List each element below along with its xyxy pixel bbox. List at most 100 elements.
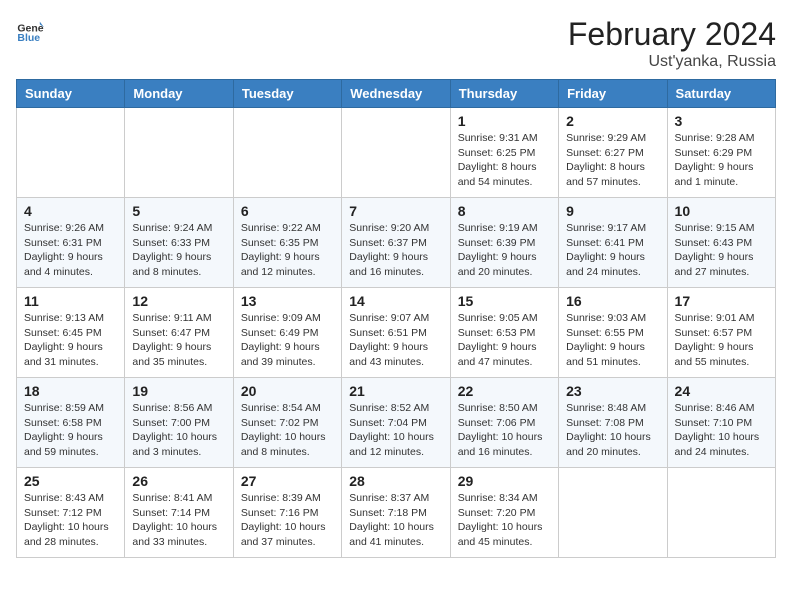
calendar-cell: 24 Sunrise: 8:46 AMSunset: 7:10 PMDayligh… xyxy=(667,378,775,468)
calendar-cell: 27Sunrise: 8:39 AMSunset: 7:16 PMDayligh… xyxy=(233,468,341,558)
calendar-header-row: SundayMondayTuesdayWednesdayThursdayFrid… xyxy=(17,80,776,108)
day-info: Sunrise: 9:05 AMSunset: 6:53 PMDaylight:… xyxy=(458,311,551,370)
calendar-week-5: 25Sunrise: 8:43 AMSunset: 7:12 PMDayligh… xyxy=(17,468,776,558)
day-info: Sunrise: 8:48 AMSunset: 7:08 PMDaylight:… xyxy=(566,401,659,460)
calendar-cell: 17 Sunrise: 9:01 AMSunset: 6:57 PMDayligh… xyxy=(667,288,775,378)
calendar-week-1: 1 Sunrise: 9:31 AMSunset: 6:25 PMDaylight… xyxy=(17,108,776,198)
calendar-cell: 22 Sunrise: 8:50 AMSunset: 7:06 PMDayligh… xyxy=(450,378,558,468)
calendar-week-4: 18 Sunrise: 8:59 AMSunset: 6:58 PMDayligh… xyxy=(17,378,776,468)
day-number: 1 xyxy=(458,113,551,129)
day-number: 17 xyxy=(675,293,768,309)
day-number: 14 xyxy=(349,293,442,309)
calendar-table: SundayMondayTuesdayWednesdayThursdayFrid… xyxy=(16,79,776,558)
calendar-cell: 26Sunrise: 8:41 AMSunset: 7:14 PMDayligh… xyxy=(125,468,233,558)
calendar-cell xyxy=(559,468,667,558)
day-info: Sunrise: 9:03 AMSunset: 6:55 PMDaylight:… xyxy=(566,311,659,370)
day-info: Sunrise: 8:54 AMSunset: 7:02 PMDaylight:… xyxy=(241,401,334,460)
day-number: 18 xyxy=(24,383,117,399)
day-header-thursday: Thursday xyxy=(450,80,558,108)
day-number: 10 xyxy=(675,203,768,219)
day-info: Sunrise: 9:17 AMSunset: 6:41 PMDaylight:… xyxy=(566,221,659,280)
day-info: Sunrise: 9:26 AMSunset: 6:31 PMDaylight:… xyxy=(24,221,117,280)
day-header-tuesday: Tuesday xyxy=(233,80,341,108)
day-info: Sunrise: 8:59 AMSunset: 6:58 PMDaylight:… xyxy=(24,401,117,460)
calendar-cell: 7 Sunrise: 9:20 AMSunset: 6:37 PMDaylight… xyxy=(342,198,450,288)
day-info: Sunrise: 8:52 AMSunset: 7:04 PMDaylight:… xyxy=(349,401,442,460)
day-info: Sunrise: 9:07 AMSunset: 6:51 PMDaylight:… xyxy=(349,311,442,370)
subtitle: Ust'yanka, Russia xyxy=(568,53,776,71)
logo-icon: General Blue xyxy=(16,16,44,44)
calendar-cell: 15Sunrise: 9:05 AMSunset: 6:53 PMDayligh… xyxy=(450,288,558,378)
logo: General Blue xyxy=(16,16,44,44)
day-info: Sunrise: 9:24 AMSunset: 6:33 PMDaylight:… xyxy=(132,221,225,280)
day-number: 16 xyxy=(566,293,659,309)
day-number: 20 xyxy=(241,383,334,399)
day-number: 22 xyxy=(458,383,551,399)
calendar-cell: 19Sunrise: 8:56 AMSunset: 7:00 PMDayligh… xyxy=(125,378,233,468)
day-header-sunday: Sunday xyxy=(17,80,125,108)
day-info: Sunrise: 9:22 AMSunset: 6:35 PMDaylight:… xyxy=(241,221,334,280)
calendar-cell: 2 Sunrise: 9:29 AMSunset: 6:27 PMDaylight… xyxy=(559,108,667,198)
day-info: Sunrise: 8:39 AMSunset: 7:16 PMDaylight:… xyxy=(241,491,334,550)
calendar-cell: 10 Sunrise: 9:15 AMSunset: 6:43 PMDayligh… xyxy=(667,198,775,288)
calendar-cell: 9 Sunrise: 9:17 AMSunset: 6:41 PMDaylight… xyxy=(559,198,667,288)
day-number: 23 xyxy=(566,383,659,399)
day-info: Sunrise: 9:19 AMSunset: 6:39 PMDaylight:… xyxy=(458,221,551,280)
day-number: 21 xyxy=(349,383,442,399)
day-info: Sunrise: 8:56 AMSunset: 7:00 PMDaylight:… xyxy=(132,401,225,460)
day-info: Sunrise: 8:34 AMSunset: 7:20 PMDaylight:… xyxy=(458,491,551,550)
day-info: Sunrise: 9:15 AMSunset: 6:43 PMDaylight:… xyxy=(675,221,768,280)
day-number: 8 xyxy=(458,203,551,219)
day-info: Sunrise: 8:41 AMSunset: 7:14 PMDaylight:… xyxy=(132,491,225,550)
main-title: February 2024 xyxy=(568,16,776,53)
calendar-cell: 25Sunrise: 8:43 AMSunset: 7:12 PMDayligh… xyxy=(17,468,125,558)
day-number: 2 xyxy=(566,113,659,129)
day-number: 13 xyxy=(241,293,334,309)
day-info: Sunrise: 9:09 AMSunset: 6:49 PMDaylight:… xyxy=(241,311,334,370)
title-block: February 2024 Ust'yanka, Russia xyxy=(568,16,776,71)
calendar-cell: 21 Sunrise: 8:52 AMSunset: 7:04 PMDayligh… xyxy=(342,378,450,468)
day-header-friday: Friday xyxy=(559,80,667,108)
day-number: 5 xyxy=(132,203,225,219)
calendar-cell: 23 Sunrise: 8:48 AMSunset: 7:08 PMDayligh… xyxy=(559,378,667,468)
calendar-cell: 29 Sunrise: 8:34 AMSunset: 7:20 PMDayligh… xyxy=(450,468,558,558)
day-info: Sunrise: 8:43 AMSunset: 7:12 PMDaylight:… xyxy=(24,491,117,550)
calendar-cell xyxy=(342,108,450,198)
day-info: Sunrise: 8:46 AMSunset: 7:10 PMDaylight:… xyxy=(675,401,768,460)
day-info: Sunrise: 8:37 AMSunset: 7:18 PMDaylight:… xyxy=(349,491,442,550)
day-number: 11 xyxy=(24,293,117,309)
calendar-cell: 1 Sunrise: 9:31 AMSunset: 6:25 PMDaylight… xyxy=(450,108,558,198)
calendar-cell: 28 Sunrise: 8:37 AMSunset: 7:18 PMDayligh… xyxy=(342,468,450,558)
day-number: 6 xyxy=(241,203,334,219)
day-info: Sunrise: 8:50 AMSunset: 7:06 PMDaylight:… xyxy=(458,401,551,460)
day-number: 28 xyxy=(349,473,442,489)
day-info: Sunrise: 9:29 AMSunset: 6:27 PMDaylight:… xyxy=(566,131,659,190)
day-header-wednesday: Wednesday xyxy=(342,80,450,108)
day-info: Sunrise: 9:31 AMSunset: 6:25 PMDaylight:… xyxy=(458,131,551,190)
day-number: 9 xyxy=(566,203,659,219)
day-info: Sunrise: 9:13 AMSunset: 6:45 PMDaylight:… xyxy=(24,311,117,370)
calendar-cell: 5 Sunrise: 9:24 AMSunset: 6:33 PMDaylight… xyxy=(125,198,233,288)
calendar-cell xyxy=(17,108,125,198)
day-header-monday: Monday xyxy=(125,80,233,108)
calendar-cell: 4 Sunrise: 9:26 AMSunset: 6:31 PMDaylight… xyxy=(17,198,125,288)
day-number: 7 xyxy=(349,203,442,219)
calendar-cell: 8 Sunrise: 9:19 AMSunset: 6:39 PMDaylight… xyxy=(450,198,558,288)
day-info: Sunrise: 9:28 AMSunset: 6:29 PMDaylight:… xyxy=(675,131,768,190)
calendar-cell xyxy=(667,468,775,558)
calendar-week-3: 11 Sunrise: 9:13 AMSunset: 6:45 PMDayligh… xyxy=(17,288,776,378)
calendar-cell: 3Sunrise: 9:28 AMSunset: 6:29 PMDaylight… xyxy=(667,108,775,198)
day-info: Sunrise: 9:01 AMSunset: 6:57 PMDaylight:… xyxy=(675,311,768,370)
calendar-cell: 14 Sunrise: 9:07 AMSunset: 6:51 PMDayligh… xyxy=(342,288,450,378)
calendar-cell: 12Sunrise: 9:11 AMSunset: 6:47 PMDayligh… xyxy=(125,288,233,378)
calendar-cell xyxy=(233,108,341,198)
calendar-cell: 6 Sunrise: 9:22 AMSunset: 6:35 PMDaylight… xyxy=(233,198,341,288)
page-header: General Blue February 2024 Ust'yanka, Ru… xyxy=(16,16,776,71)
calendar-week-2: 4 Sunrise: 9:26 AMSunset: 6:31 PMDaylight… xyxy=(17,198,776,288)
calendar-cell: 11 Sunrise: 9:13 AMSunset: 6:45 PMDayligh… xyxy=(17,288,125,378)
day-number: 4 xyxy=(24,203,117,219)
day-number: 24 xyxy=(675,383,768,399)
day-info: Sunrise: 9:20 AMSunset: 6:37 PMDaylight:… xyxy=(349,221,442,280)
day-number: 29 xyxy=(458,473,551,489)
calendar-cell: 20 Sunrise: 8:54 AMSunset: 7:02 PMDayligh… xyxy=(233,378,341,468)
